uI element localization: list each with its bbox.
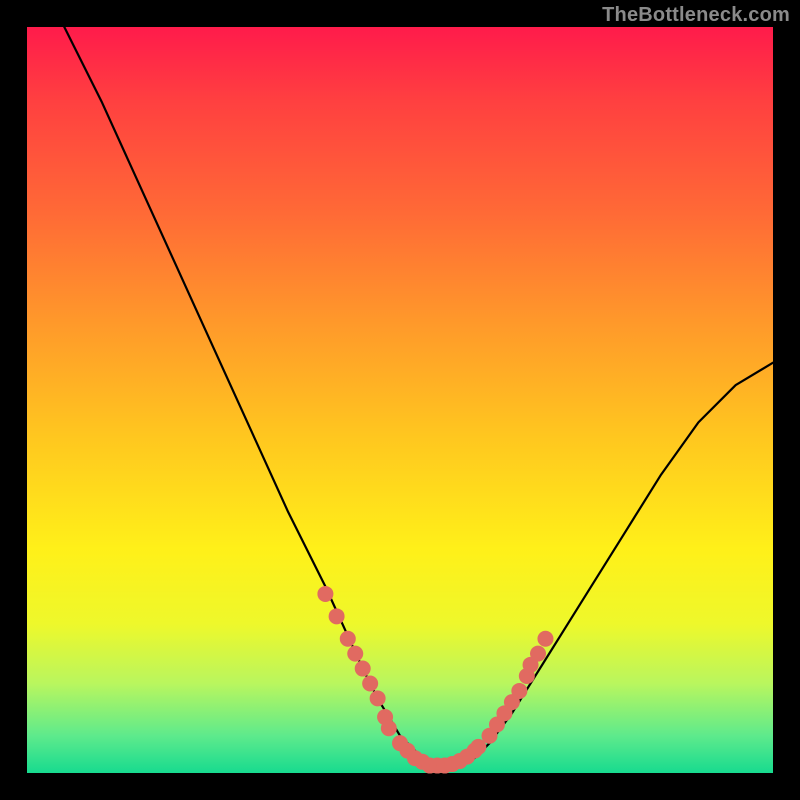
data-point <box>317 586 333 602</box>
data-point <box>347 646 363 662</box>
data-point <box>511 683 527 699</box>
chart-container: TheBottleneck.com <box>0 0 800 800</box>
data-point <box>537 631 553 647</box>
data-point <box>381 720 397 736</box>
data-point <box>355 661 371 677</box>
data-point <box>362 675 378 691</box>
data-point <box>370 690 386 706</box>
data-point <box>530 646 546 662</box>
chart-svg <box>27 27 773 773</box>
watermark-text: TheBottleneck.com <box>602 4 790 27</box>
plot-area <box>27 27 773 773</box>
curve-line <box>64 27 773 766</box>
data-point <box>340 631 356 647</box>
data-point <box>329 608 345 624</box>
